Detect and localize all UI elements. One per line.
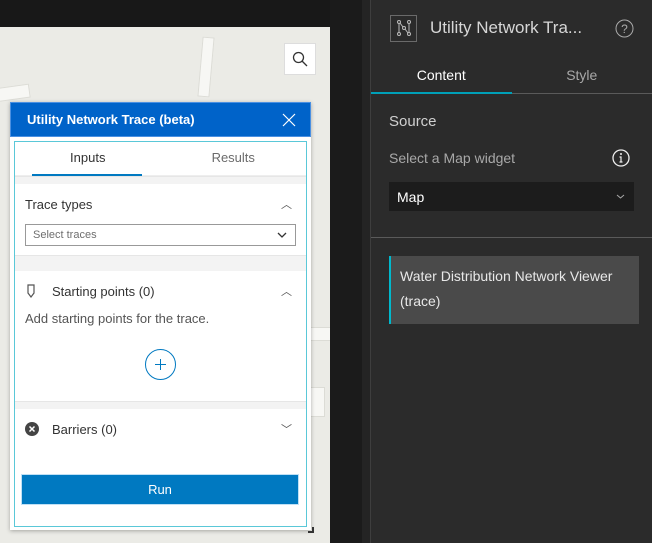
tab-results[interactable]: Results: [161, 142, 307, 175]
starting-points-hint: Add starting points for the trace.: [25, 311, 210, 326]
tab-content[interactable]: Content: [371, 56, 512, 94]
trace-types-select[interactable]: Select traces: [25, 224, 296, 246]
barriers-label: Barriers (0): [52, 421, 118, 437]
barriers-header[interactable]: Barriers (0) ﹀: [15, 409, 306, 449]
widget-header: Utility Network Trace (beta): [10, 102, 311, 137]
trace-types-header[interactable]: Trace types ︿: [15, 184, 306, 224]
run-button[interactable]: Run: [21, 474, 299, 505]
plus-icon: [155, 359, 166, 370]
source-label: Source: [389, 113, 437, 130]
chevron-down-icon: [277, 232, 287, 238]
resize-handle[interactable]: [308, 527, 314, 533]
data-source-item[interactable]: Water Distribution Network Viewer (trace…: [389, 256, 639, 324]
select-map-label: Select a Map widget: [389, 150, 516, 166]
divider: [371, 237, 652, 238]
tab-inputs[interactable]: Inputs: [15, 142, 161, 176]
panel-title: Utility Network Tra...: [430, 18, 583, 37]
starting-points-label: Starting points (0): [52, 283, 155, 299]
separator: [15, 255, 306, 271]
widget-title: Utility Network Trace (beta): [27, 112, 195, 127]
trace-widget: Utility Network Trace (beta) Inputs Resu…: [10, 102, 314, 533]
add-starting-point-button[interactable]: [145, 349, 176, 380]
trace-types-label: Trace types: [25, 196, 93, 212]
svg-text:?: ?: [621, 22, 628, 36]
separator: [15, 401, 306, 409]
chevron-down-icon: ﹀: [281, 424, 292, 436]
starting-points-header[interactable]: Starting points (0) ︿: [15, 271, 306, 311]
utility-network-icon: [390, 14, 417, 42]
barrier-x-icon: [25, 422, 39, 436]
top-bar: [0, 0, 330, 27]
info-icon[interactable]: [612, 149, 630, 167]
close-icon[interactable]: [282, 113, 296, 127]
chevron-down-icon: [616, 194, 625, 199]
chevron-up-icon: ︿: [281, 286, 292, 298]
map-widget-select[interactable]: Map: [389, 182, 634, 211]
settings-panel: Utility Network Tra... ? Content Style S…: [370, 0, 652, 543]
help-icon[interactable]: ?: [615, 19, 634, 38]
chevron-up-icon: ︿: [281, 199, 292, 211]
divider: [362, 0, 370, 543]
pin-icon: [27, 284, 35, 298]
map-select-value: Map: [397, 188, 425, 205]
search-icon: [292, 51, 308, 67]
search-button[interactable]: [284, 43, 316, 75]
separator: [15, 176, 306, 184]
tab-style[interactable]: Style: [512, 56, 652, 93]
select-placeholder: Select traces: [33, 229, 97, 241]
